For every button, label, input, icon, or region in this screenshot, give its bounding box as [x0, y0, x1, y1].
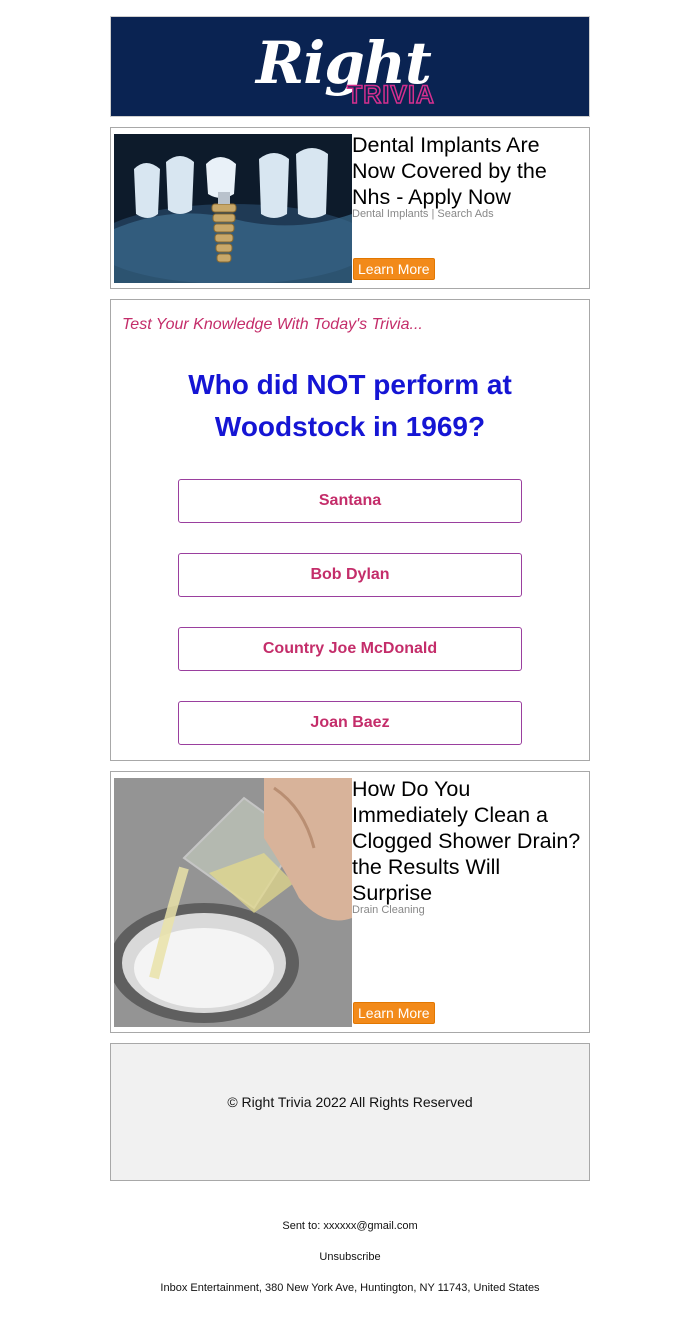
- ad-source: Drain Cleaning: [352, 904, 425, 916]
- trivia-tagline: Test Your Knowledge With Today's Trivia.…: [122, 316, 423, 333]
- logo-sub: TRIVIA: [346, 80, 435, 110]
- answer-button-santana[interactable]: Santana: [178, 479, 522, 523]
- ad-card-dental[interactable]: Dental Implants Are Now Covered by the N…: [110, 127, 590, 289]
- ad-source: Dental Implants | Search Ads: [352, 208, 494, 220]
- dental-implant-image[interactable]: [114, 134, 352, 283]
- drain-cleaning-image[interactable]: [114, 778, 352, 1027]
- copyright-text: © Right Trivia 2022 All Rights Reserved: [227, 1094, 473, 1110]
- ad-title[interactable]: How Do You Immediately Clean a Clogged S…: [352, 776, 584, 906]
- trivia-card: Test Your Knowledge With Today's Trivia.…: [110, 299, 590, 761]
- header-banner[interactable]: Right TRIVIA: [110, 16, 590, 117]
- learn-more-button[interactable]: Learn More: [353, 1002, 435, 1024]
- ad-title[interactable]: Dental Implants Are Now Covered by the N…: [352, 132, 584, 210]
- email-body: Right TRIVIA Dental Implants Are Now Cov…: [0, 0, 700, 1334]
- footer-box: © Right Trivia 2022 All Rights Reserved: [110, 1043, 590, 1181]
- answer-button-country-joe-mcdonald[interactable]: Country Joe McDonald: [178, 627, 522, 671]
- trivia-question: Who did NOT perform at Woodstock in 1969…: [188, 369, 512, 442]
- learn-more-button[interactable]: Learn More: [353, 258, 435, 280]
- answer-button-bob-dylan[interactable]: Bob Dylan: [178, 553, 522, 597]
- address-text: Inbox Entertainment, 380 New York Ave, H…: [160, 1282, 540, 1294]
- ad-card-drain[interactable]: How Do You Immediately Clean a Clogged S…: [110, 771, 590, 1033]
- answer-button-joan-baez[interactable]: Joan Baez: [178, 701, 522, 745]
- unsubscribe-link[interactable]: Unsubscribe: [0, 1251, 700, 1263]
- sent-to-text: Sent to: xxxxxx@gmail.com: [282, 1220, 418, 1232]
